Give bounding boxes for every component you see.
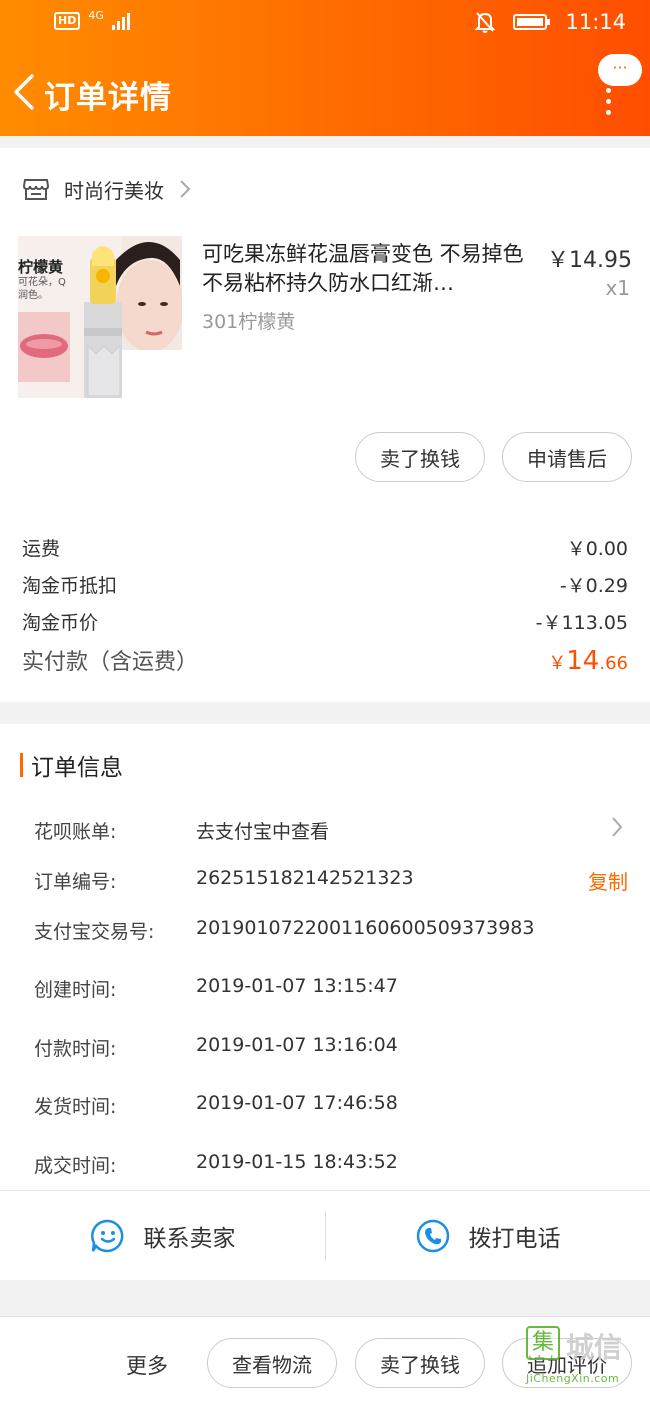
- info-value-alipay-no: 2019010722001160600509373983: [196, 917, 535, 939]
- info-label-paid: 付款时间:: [34, 1038, 117, 1060]
- fee-label: 淘金币抵扣: [22, 575, 118, 597]
- copy-order-no-button[interactable]: 复制: [588, 866, 628, 895]
- fee-label: 运费: [22, 538, 61, 560]
- message-bubble-icon[interactable]: ···: [598, 54, 642, 86]
- watermark-url: JiChengXin.com: [526, 1372, 620, 1385]
- info-label-huabei: 花呗账单:: [34, 821, 117, 843]
- back-arrow-icon[interactable]: [10, 72, 40, 112]
- info-value-huabei-link[interactable]: 去支付宝中查看: [196, 817, 329, 844]
- signal-icon: [111, 12, 130, 30]
- fee-row-shipping: 运费 ￥0.00: [22, 534, 628, 561]
- info-value-paid: 2019-01-07 13:16:04: [196, 1034, 398, 1056]
- chevron-right-icon: [180, 180, 191, 198]
- product-quantity: x1: [605, 276, 630, 300]
- total-amount: ￥14.66: [548, 646, 628, 676]
- contact-seller-label: 联系卖家: [143, 1226, 236, 1252]
- info-value-closed: 2019-01-15 18:43:52: [196, 1151, 398, 1173]
- order-info-title: 订单信息: [31, 755, 123, 781]
- hd-indicator: HD: [54, 12, 81, 30]
- site-watermark: 集 城信 JiChengXin.com: [526, 1326, 644, 1390]
- product-thumbnail[interactable]: 柠檬黄 可花朵，Q 润色。: [18, 236, 182, 398]
- mute-bell-icon: [475, 12, 496, 33]
- fee-label: 淘金币价: [22, 612, 99, 634]
- network-type: 4G: [88, 8, 104, 22]
- shop-name: 时尚行美妆: [64, 178, 164, 203]
- product-image-caption: 柠檬黄: [18, 258, 64, 276]
- section-accent-bar: [20, 753, 23, 777]
- shop-header[interactable]: 时尚行美妆: [22, 174, 192, 204]
- contact-bar: 联系卖家 拨打电话: [0, 1190, 650, 1280]
- top-app-bar: HD 4G 11:14 订单详情 ···: [0, 0, 650, 136]
- after-sale-button[interactable]: 申请售后: [502, 432, 632, 482]
- battery-icon: [513, 14, 551, 30]
- page-title: 订单详情: [44, 80, 172, 116]
- total-paid-row: 实付款（含运费） ￥14.66: [22, 644, 628, 676]
- fee-row-coin-price: 淘金币价 -￥113.05: [22, 608, 628, 635]
- chat-face-icon: [90, 1219, 123, 1253]
- fee-value: -￥113.05: [535, 612, 628, 634]
- sell-item-bottom-button[interactable]: 卖了换钱: [355, 1338, 485, 1388]
- chevron-right-icon[interactable]: [610, 816, 624, 838]
- info-value-created: 2019-01-07 13:15:47: [196, 975, 398, 997]
- view-logistics-button[interactable]: 查看物流: [207, 1338, 337, 1388]
- watermark-text: 城信: [566, 1331, 623, 1364]
- info-label-alipay-no: 支付宝交易号:: [34, 921, 155, 943]
- info-value-order-no: 262515182142521323: [196, 867, 414, 889]
- call-phone-label: 拨打电话: [468, 1226, 561, 1252]
- watermark-logo: 集: [526, 1326, 560, 1360]
- fee-value: -￥0.29: [559, 575, 628, 597]
- shop-icon: [22, 179, 50, 200]
- contact-seller-button[interactable]: 联系卖家: [0, 1191, 325, 1281]
- product-image-subcaption: 可花朵，Q 润色。: [18, 277, 66, 301]
- fee-value: ￥0.00: [566, 538, 628, 560]
- info-label-closed: 成交时间:: [34, 1155, 117, 1177]
- status-time: 11:14: [565, 10, 626, 34]
- product-price: ￥14.95: [547, 248, 632, 273]
- total-label: 实付款（含运费）: [22, 650, 199, 675]
- more-menu-icon[interactable]: [606, 88, 612, 115]
- status-bar: HD 4G 11:14: [0, 0, 650, 48]
- info-label-order-no: 订单编号:: [34, 871, 117, 893]
- product-sku: 301柠檬黄: [202, 311, 296, 333]
- info-value-shipped: 2019-01-07 17:46:58: [196, 1092, 398, 1114]
- more-actions-button[interactable]: 更多: [126, 1350, 168, 1380]
- info-label-created: 创建时间:: [34, 979, 117, 1001]
- fee-row-coin-deduction: 淘金币抵扣 -￥0.29: [22, 571, 628, 598]
- call-phone-button[interactable]: 拨打电话: [325, 1191, 650, 1281]
- info-label-shipped: 发货时间:: [34, 1096, 117, 1118]
- sell-item-button[interactable]: 卖了换钱: [355, 432, 485, 482]
- product-title[interactable]: 可吃果冻鲜花温唇膏变色 不易掉色不易粘杯持久防水口红渐…: [202, 240, 532, 298]
- phone-icon: [416, 1219, 449, 1253]
- order-info-header: 订单信息: [20, 748, 123, 782]
